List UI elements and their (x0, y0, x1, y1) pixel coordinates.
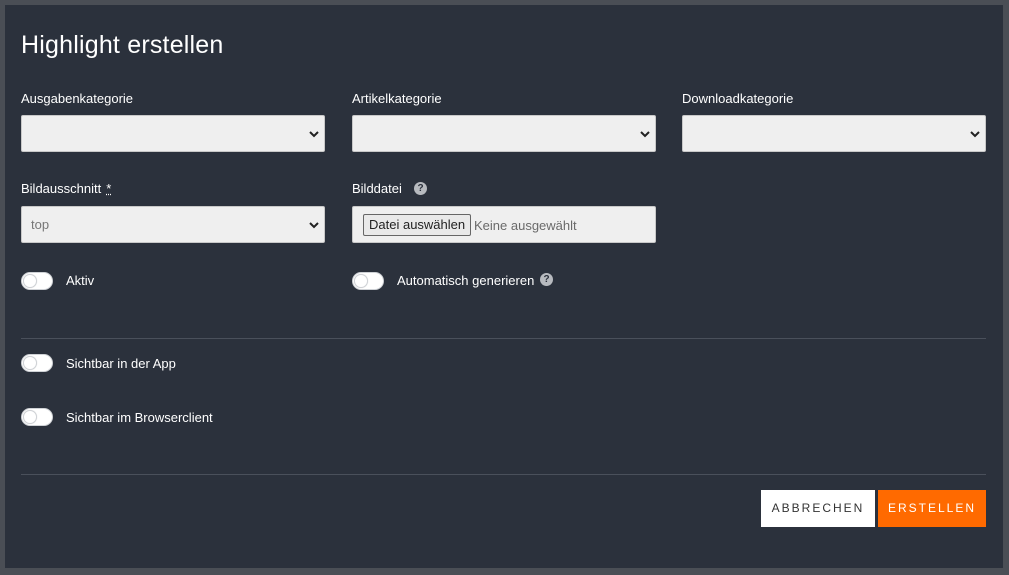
bilddatei-file-input[interactable]: Datei auswählen Keine ausgewählt (352, 206, 656, 243)
toggle-knob (23, 356, 37, 370)
toggle-knob (354, 274, 368, 288)
bildausschnitt-select[interactable]: top (21, 206, 325, 243)
ausgabenkategorie-label: Ausgabenkategorie (21, 91, 134, 106)
auto-generate-label: Automatisch generieren (397, 273, 535, 288)
bildausschnitt-value: top (31, 217, 50, 232)
chevron-down-icon (309, 222, 319, 229)
downloadkategorie-label: Downloadkategorie (682, 91, 794, 106)
browser-visibility-toggle[interactable] (21, 408, 53, 426)
bildausschnitt-label-text: Bildausschnitt (21, 181, 102, 196)
artikelkategorie-select[interactable] (352, 115, 656, 152)
artikelkategorie-label: Artikelkategorie (352, 91, 442, 106)
ausgabenkategorie-select[interactable] (21, 115, 325, 152)
app-visibility-toggle[interactable] (21, 354, 53, 372)
choose-file-button[interactable]: Datei auswählen (363, 214, 472, 236)
chevron-down-icon (640, 131, 650, 138)
section-divider (21, 338, 986, 339)
aktiv-toggle[interactable] (21, 272, 53, 290)
dialog-title: Highlight erstellen (21, 31, 224, 59)
auto-generate-toggle[interactable] (352, 272, 384, 290)
bildausschnitt-label: Bildausschnitt * (21, 181, 111, 196)
file-status-text: Keine ausgewählt (474, 218, 577, 233)
browser-visibility-label: Sichtbar im Browserclient (66, 410, 213, 425)
create-highlight-dialog: Highlight erstellen Ausgabenkategorie Ar… (5, 5, 1003, 568)
downloadkategorie-select[interactable] (682, 115, 986, 152)
toggle-knob (23, 410, 37, 424)
cancel-button[interactable]: ABBRECHEN (761, 490, 875, 527)
footer-divider (21, 474, 986, 475)
question-circle-icon[interactable]: ? (540, 273, 553, 286)
question-circle-icon[interactable]: ? (414, 182, 427, 195)
required-indicator: * (106, 181, 112, 196)
create-button[interactable]: ERSTELLEN (878, 490, 986, 527)
aktiv-label: Aktiv (66, 273, 95, 288)
toggle-knob (23, 274, 37, 288)
chevron-down-icon (970, 131, 980, 138)
bilddatei-label: Bilddatei (352, 181, 402, 196)
app-visibility-label: Sichtbar in der App (66, 356, 176, 371)
chevron-down-icon (309, 131, 319, 138)
